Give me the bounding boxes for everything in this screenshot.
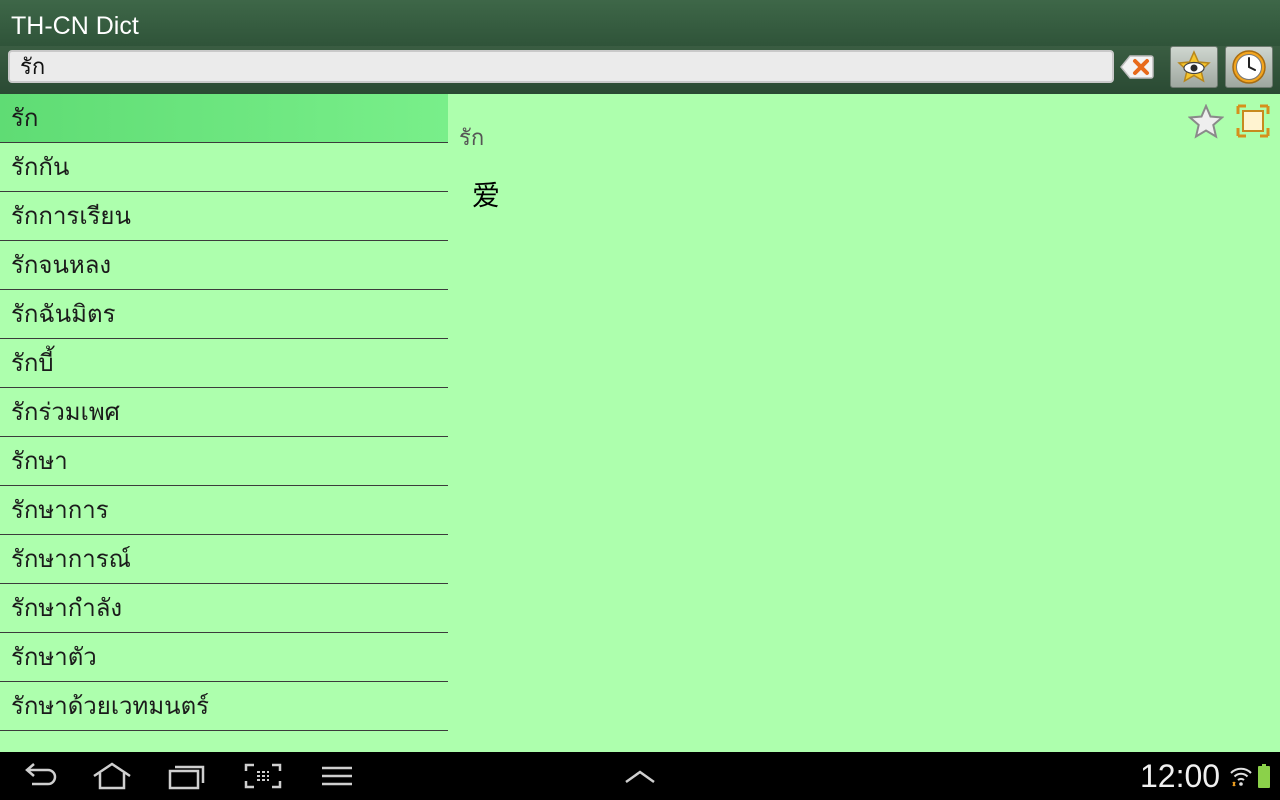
app-title: TH-CN Dict [11,12,139,40]
history-button[interactable] [1225,46,1273,88]
wifi-icon [1230,767,1252,787]
backspace-clear-icon [1120,55,1154,79]
definition-pane: รัก 爱 [448,94,1280,752]
search-bar [0,46,1280,94]
list-item[interactable]: รักกัน [0,143,448,192]
translation: 爱 [472,179,501,212]
screenshot-icon[interactable] [243,762,283,790]
search-input[interactable] [8,50,1114,83]
list-item[interactable]: รักษากำลัง [0,584,448,633]
word-list[interactable]: รัก รักกัน รักการเรียน รักจนหลง รักฉันมิ… [0,94,448,752]
clock-icon [1232,50,1266,84]
back-icon[interactable] [20,762,60,790]
battery-icon [1258,764,1270,788]
list-item[interactable]: รักษาด้วยเวทมนตร์ [0,682,448,731]
fullscreen-button[interactable] [1236,104,1270,138]
list-item[interactable]: รักจนหลง [0,241,448,290]
recent-apps-icon[interactable] [167,762,207,790]
list-item[interactable]: รัก [0,94,448,143]
list-item[interactable]: รักฉันมิตร [0,290,448,339]
system-nav-bar: 12:00 [0,752,1280,800]
home-icon[interactable] [92,762,132,790]
clear-search-button[interactable] [1119,51,1155,83]
status-clock: 12:00 [1140,758,1221,794]
list-item[interactable]: รักบี้ [0,339,448,388]
list-item[interactable]: รักการเรียน [0,192,448,241]
eye-icon [1177,50,1211,83]
view-button[interactable] [1170,46,1218,88]
menu-icon[interactable] [318,762,358,790]
list-item[interactable]: รักษา [0,437,448,486]
list-item[interactable]: รักษาตัว [0,633,448,682]
list-item[interactable]: รักษาการ [0,486,448,535]
list-item[interactable]: รักร่วมเพศ [0,388,448,437]
headword: รัก [459,126,485,151]
title-bar: TH-CN Dict [0,0,1280,50]
list-item[interactable]: รักษาการณ์ [0,535,448,584]
chevron-up-icon[interactable] [620,762,660,790]
fullscreen-icon [1236,104,1270,138]
favorite-button[interactable] [1187,103,1225,140]
star-icon [1187,103,1225,139]
